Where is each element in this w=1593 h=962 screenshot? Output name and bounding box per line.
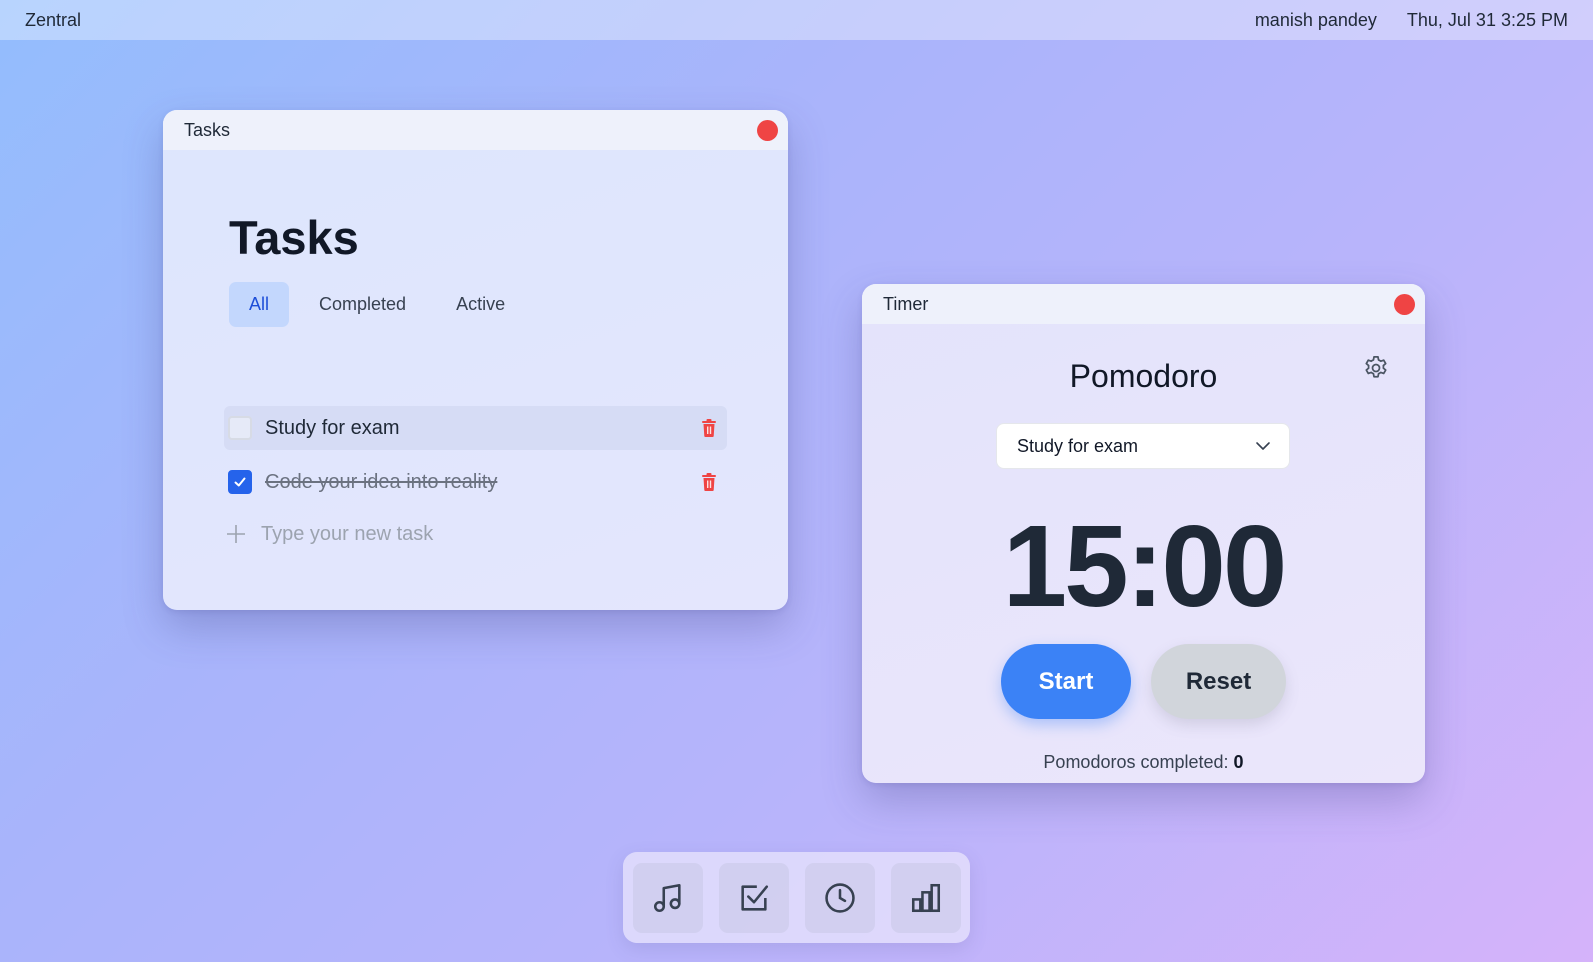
clock-icon xyxy=(824,882,855,913)
timer-window-titlebar[interactable]: Timer xyxy=(862,284,1425,324)
pomodoros-count: 0 xyxy=(1233,752,1244,772)
tasks-window: Tasks Tasks All Completed Active Study f… xyxy=(163,110,788,610)
start-button[interactable]: Start xyxy=(1001,644,1131,719)
tasks-heading: Tasks xyxy=(229,211,359,264)
tasks-window-title: Tasks xyxy=(184,119,231,140)
task-checkbox[interactable] xyxy=(228,470,252,494)
user-name[interactable]: manish pandey xyxy=(1255,10,1377,31)
task-text: Study for exam xyxy=(265,416,400,439)
pomodoro-heading: Pomodoro xyxy=(1069,358,1218,394)
dock-stats-button[interactable] xyxy=(890,862,961,933)
top-bar-right: manish pandey Thu, Jul 31 3:25 PM xyxy=(1255,10,1568,31)
dock xyxy=(623,852,970,943)
dock-timer-button[interactable] xyxy=(804,862,875,933)
checkmark-icon xyxy=(234,477,246,487)
dock-tasks-button[interactable] xyxy=(718,862,789,933)
pomodoros-completed: Pomodoros completed: 0 xyxy=(862,752,1425,773)
filter-active[interactable]: Active xyxy=(436,282,525,327)
task-text: Code your idea into reality xyxy=(265,470,498,493)
new-task-placeholder: Type your new task xyxy=(261,522,434,545)
datetime: Thu, Jul 31 3:25 PM xyxy=(1406,9,1568,30)
checkbox-icon xyxy=(740,884,768,911)
gear-icon[interactable] xyxy=(1362,354,1390,382)
timer-window-title: Timer xyxy=(883,293,929,314)
task-checkbox[interactable] xyxy=(228,416,252,440)
timer-window: Timer Pomodoro Study for exam 15:00 Star… xyxy=(862,284,1425,783)
close-tasks-window-button[interactable] xyxy=(757,119,778,141)
selected-task: Study for exam xyxy=(1017,435,1139,456)
dock-music-button[interactable] xyxy=(632,862,703,933)
bar-chart-icon xyxy=(911,883,940,912)
tasks-window-titlebar[interactable]: Tasks xyxy=(163,110,788,150)
pomodoros-label: Pomodoros completed: xyxy=(1043,752,1229,772)
filter-completed[interactable]: Completed xyxy=(299,282,426,327)
timer-display: 15:00 xyxy=(1002,501,1288,631)
task-row[interactable]: Code your idea into reality xyxy=(224,460,727,504)
chevron-down-icon xyxy=(1256,442,1270,450)
reset-button[interactable]: Reset xyxy=(1151,644,1286,719)
trash-icon[interactable] xyxy=(701,473,717,491)
top-bar: Zentral manish pandey Thu, Jul 31 3:25 P… xyxy=(0,0,1593,40)
new-task-input[interactable]: Type your new task xyxy=(224,522,433,546)
task-select[interactable]: Study for exam xyxy=(996,423,1290,469)
plus-icon xyxy=(227,525,245,543)
music-note-icon xyxy=(653,883,681,912)
trash-icon[interactable] xyxy=(701,419,717,437)
app-name: Zentral xyxy=(25,9,82,30)
filter-all[interactable]: All xyxy=(229,282,290,327)
task-filters: All Completed Active xyxy=(229,282,535,327)
close-timer-window-button[interactable] xyxy=(1394,293,1415,315)
task-row[interactable]: Study for exam xyxy=(224,406,727,450)
